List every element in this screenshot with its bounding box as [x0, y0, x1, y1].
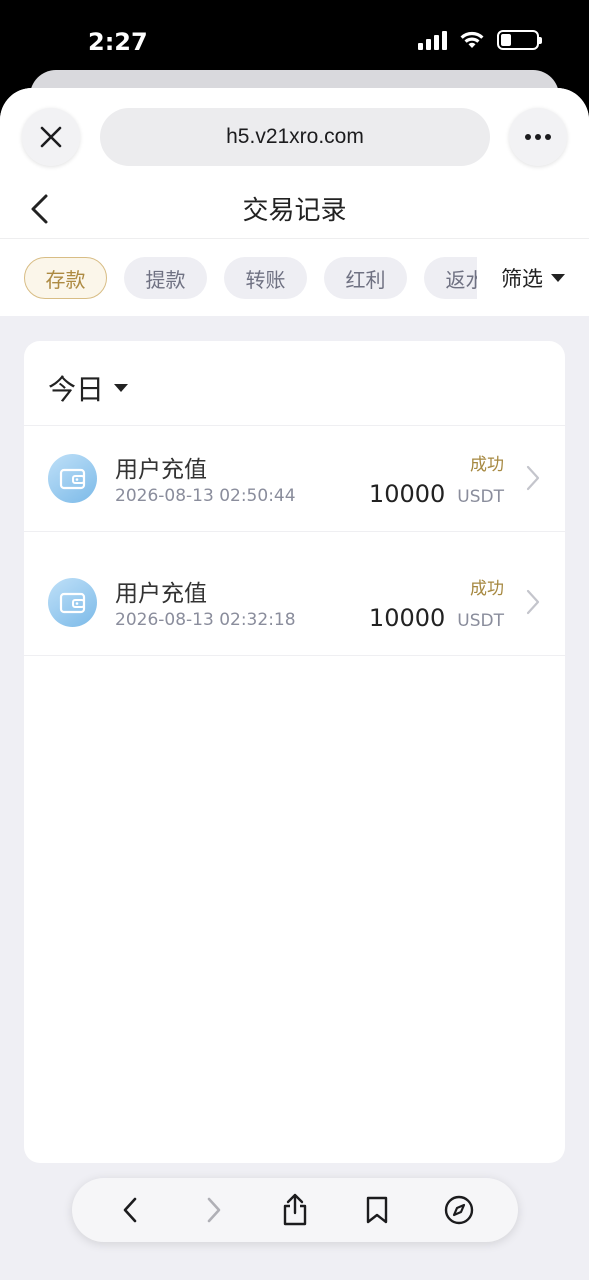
transaction-row[interactable]: 用户充值 2026-08-13 02:32:18 成功 10000 USDT: [24, 550, 565, 654]
page-title: 交易记录: [242, 196, 347, 226]
browser-toolbar: [72, 1178, 518, 1242]
caret-down-icon: [114, 384, 129, 392]
browser-forward-button[interactable]: [191, 1188, 235, 1232]
status-icons: [418, 30, 542, 50]
tab-withdraw[interactable]: 提款: [124, 257, 207, 299]
bookmarks-icon: [366, 1196, 388, 1224]
divider: [24, 655, 565, 656]
transaction-amount: 10000 USDT: [369, 604, 504, 632]
divider: [24, 531, 565, 532]
amount-unit: USDT: [457, 611, 504, 631]
chevron-right-icon: [526, 465, 540, 491]
tab-transfer[interactable]: 转账: [224, 257, 307, 299]
category-tabs: 存款 提款 转账 红利 返水 筛选: [0, 238, 589, 316]
browser-top-bar: h5.v21xro.com: [0, 88, 589, 188]
status-badge: 成功: [470, 455, 504, 475]
share-button[interactable]: [273, 1188, 317, 1232]
share-icon: [283, 1193, 307, 1226]
transaction-time: 2026-08-13 02:32:18: [115, 610, 296, 630]
transaction-title: 用户充值: [115, 457, 207, 483]
status-badge: 成功: [470, 579, 504, 599]
tab-bonus[interactable]: 红利: [324, 257, 407, 299]
transaction-amount: 10000 USDT: [369, 480, 504, 508]
bookmarks-button[interactable]: [355, 1188, 399, 1232]
date-selector[interactable]: 今日: [48, 368, 129, 408]
back-icon: [123, 1197, 137, 1223]
ellipsis-icon: [525, 134, 551, 140]
battery-icon: [497, 30, 542, 50]
battery-level: [501, 34, 512, 46]
compass-icon: [444, 1195, 474, 1225]
url-bar[interactable]: h5.v21xro.com: [100, 108, 490, 166]
close-button[interactable]: [22, 108, 80, 166]
amount-value: 10000: [368, 480, 446, 508]
browser-back-button[interactable]: [109, 1188, 153, 1232]
tabs-button[interactable]: [437, 1188, 481, 1232]
amount-unit: USDT: [457, 487, 504, 507]
status-time: 2:27: [88, 28, 148, 56]
caret-down-icon: [551, 274, 565, 282]
amount-value: 10000: [368, 604, 446, 632]
filter-button[interactable]: 筛选: [477, 239, 589, 316]
status-bar: 2:27: [0, 0, 589, 80]
transaction-row[interactable]: 用户充值 2026-08-13 02:50:44 成功 10000 USDT: [24, 426, 565, 530]
cellular-signal-icon: [418, 30, 447, 50]
wallet-icon: [48, 578, 97, 627]
page-header: 交易记录: [0, 178, 589, 238]
close-icon: [40, 126, 62, 148]
transaction-time: 2026-08-13 02:50:44: [115, 486, 296, 506]
date-label: 今日: [48, 373, 105, 406]
wallet-icon: [48, 454, 97, 503]
transactions-card: 今日 用户充值 2026-08-13 02:50:44 成功 10000 USD…: [24, 341, 565, 1163]
transaction-title: 用户充值: [115, 581, 207, 607]
more-options-button[interactable]: [509, 108, 567, 166]
forward-icon: [207, 1197, 221, 1223]
browser-sheet: h5.v21xro.com 交易记录 存款 提款 转账 红利 返水 筛选 今日: [0, 88, 589, 1280]
tab-deposit[interactable]: 存款: [24, 257, 107, 299]
chevron-right-icon: [526, 589, 540, 615]
filter-label: 筛选: [501, 267, 543, 291]
wifi-icon: [460, 31, 484, 48]
